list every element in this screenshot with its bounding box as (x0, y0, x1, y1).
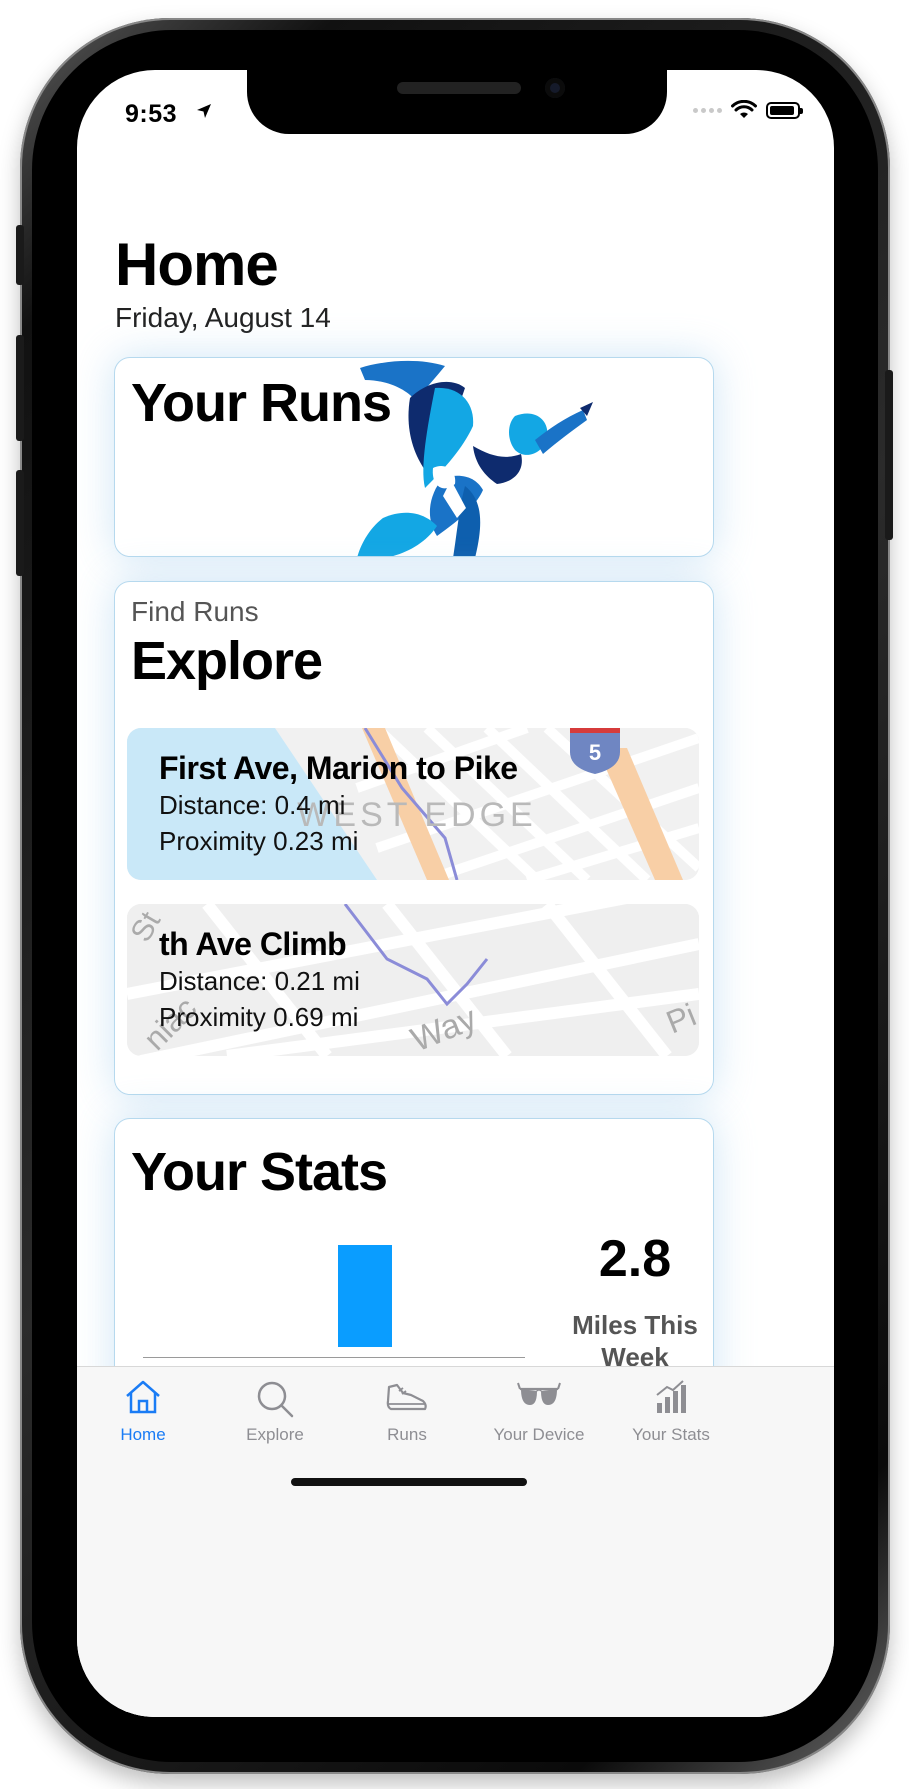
explore-title: Explore (131, 631, 323, 691)
highway-shield-label: 5 (589, 740, 601, 765)
battery-icon (766, 101, 803, 119)
route-distance: Distance: 0.4 mi (159, 790, 346, 820)
page-date: Friday, August 14 (115, 302, 331, 333)
front-camera (545, 78, 565, 98)
side-button-volume-up (16, 335, 24, 441)
route-proximity: Proximity 0.69 mi (159, 1002, 359, 1032)
location-arrow-icon (197, 104, 211, 118)
tab-label: Your Stats (632, 1425, 710, 1444)
tab-label: Your Device (493, 1425, 585, 1444)
chart-bar-weekly-miles (338, 1245, 392, 1347)
signal-icon (693, 107, 722, 113)
chart-axis (143, 1357, 525, 1358)
miles-label: Miles This Week (572, 1310, 698, 1372)
tab-home[interactable]: Home (77, 1367, 209, 1467)
home-icon (126, 1380, 160, 1414)
your-runs-card[interactable]: Your Runs (114, 357, 714, 557)
side-button-volume-down (16, 470, 24, 576)
your-stats-title: Your Stats (131, 1142, 388, 1202)
wifi-icon (731, 100, 757, 118)
route-name: th Ave Climb (159, 926, 347, 962)
glasses-icon (517, 1382, 561, 1405)
route-proximity: Proximity 0.23 mi (159, 826, 359, 856)
status-indicators (693, 100, 803, 120)
search-icon (257, 1381, 294, 1418)
tab-bar: Home Explore Runs Your Device Your Stats (77, 1366, 834, 1717)
screen: 9:53 Home Friday, August 14 Your Runs Fi… (77, 70, 834, 1717)
route-card-ave-climb[interactable]: St niac Way Pi th Ave Climb Distance: 0.… (127, 904, 699, 1056)
tab-label: Explore (246, 1425, 304, 1444)
tab-label: Home (120, 1425, 166, 1444)
speaker (397, 82, 521, 94)
tab-explore[interactable]: Explore (209, 1367, 341, 1467)
tab-label: Runs (387, 1425, 427, 1444)
route-name: First Ave, Marion to Pike (159, 750, 518, 786)
home-indicator[interactable] (291, 1478, 527, 1486)
notch (247, 70, 667, 134)
tab-your-device[interactable]: Your Device (473, 1367, 605, 1467)
explore-subtitle: Find Runs (131, 596, 259, 627)
tab-your-stats[interactable]: Your Stats (605, 1367, 737, 1467)
side-button-power (885, 370, 893, 540)
explore-card: Find Runs Explore 5 WEST EDGE First Ave,… (114, 581, 714, 1095)
tab-runs[interactable]: Runs (341, 1367, 473, 1467)
stats-icon (656, 1380, 686, 1413)
route-distance: Distance: 0.21 mi (159, 966, 360, 996)
route-card-first-ave[interactable]: 5 WEST EDGE First Ave, Marion to Pike Di… (127, 728, 699, 880)
side-button-silent (16, 225, 24, 285)
miles-value: 2.8 (598, 1230, 672, 1288)
page-title: Home (115, 231, 279, 298)
status-time: 9:53 (125, 100, 178, 128)
shoe-icon (386, 1383, 427, 1411)
your-runs-title: Your Runs (131, 373, 392, 433)
